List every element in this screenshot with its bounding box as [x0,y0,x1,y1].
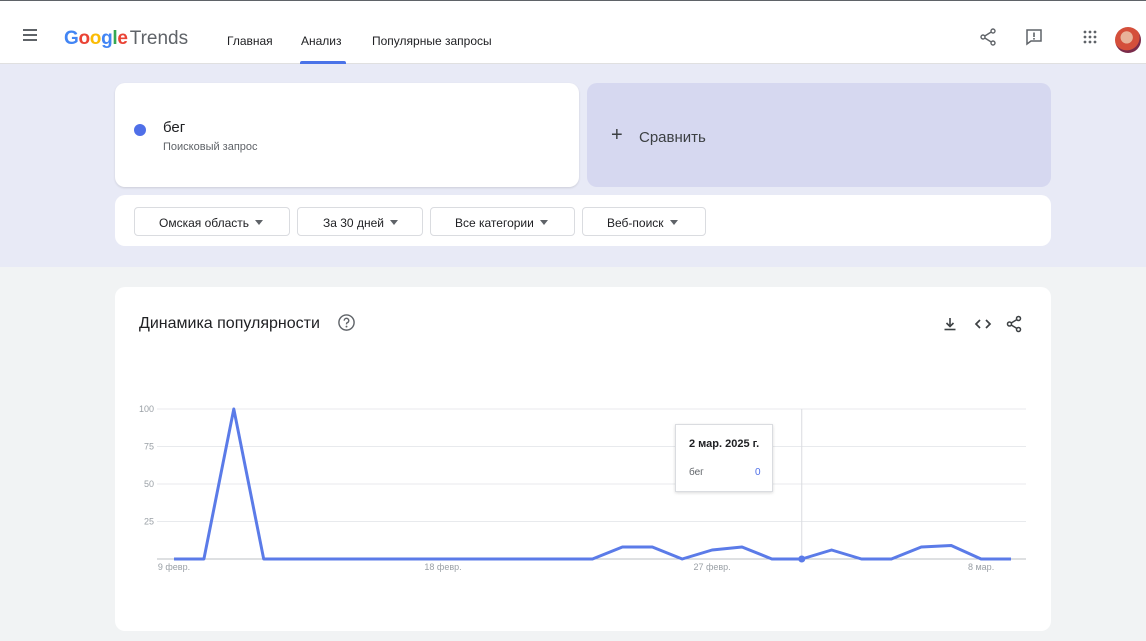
share-icon[interactable] [1005,315,1023,333]
search-term[interactable]: бег [163,119,185,136]
filters-bar: Омская область За 30 дней Все категории … [115,195,1051,246]
search-term-card[interactable]: бег Поисковый запрос [115,83,579,187]
top-app-bar: Google Trends Главная Анализ Популярные з… [0,0,1146,64]
interest-over-time-card: 100 75 50 25 9 февр. 18 февр. 27 февр. 8 мар. Д… [115,287,1051,631]
x-tick-label: 8 мар. [968,562,994,572]
account-avatar[interactable] [1115,27,1141,53]
add-icon: + [611,124,623,146]
term-color-dot [134,124,146,136]
feedback-icon[interactable] [1024,27,1044,47]
period-filter-label: За 30 дней [323,216,384,230]
chart-title: Динамика популярности [139,315,320,332]
compare-label: Сравнить [639,129,706,146]
embed-code-icon[interactable] [974,315,992,333]
hover-point [798,555,806,563]
y-tick-label: 50 [144,479,154,489]
share-icon[interactable] [978,27,998,47]
y-tick-label: 100 [139,404,154,414]
tooltip-term: бег [689,467,704,478]
tooltip-date: 2 мар. 2025 г. [689,438,760,450]
tooltip-value: 0 [755,467,761,478]
chevron-down-icon [539,220,548,226]
y-tick-label: 75 [144,442,154,452]
tab-trending[interactable]: Популярные запросы [372,34,492,48]
category-filter[interactable]: Все категории [430,207,575,236]
chevron-down-icon [255,220,264,226]
x-tick-label: 18 февр. [424,562,461,572]
period-filter[interactable]: За 30 дней [297,207,423,236]
chevron-down-icon [669,220,678,226]
interest-over-time-chart[interactable]: 100 75 50 25 9 февр. 18 февр. 27 февр. 8 мар. [115,287,1051,631]
help-icon[interactable] [337,313,356,332]
chart-tooltip: 2 мар. 2025 г. бег 0 [675,424,773,492]
download-icon[interactable] [941,315,959,333]
category-filter-label: Все категории [455,216,534,230]
google-trends-logo[interactable]: Google Trends [64,28,188,50]
x-tick-label: 27 февр. [693,562,730,572]
search-type-filter-label: Веб-поиск [607,216,664,230]
compare-button[interactable]: + Сравнить [587,83,1051,187]
menu-icon[interactable] [23,29,39,41]
region-filter-label: Омская область [159,216,250,230]
apps-grid-icon[interactable] [1080,27,1100,47]
search-type-filter[interactable]: Веб-поиск [582,207,706,236]
x-tick-label: 9 февр. [158,562,190,572]
y-tick-label: 25 [144,517,154,527]
tab-home[interactable]: Главная [227,34,273,48]
tab-explore[interactable]: Анализ [301,34,342,48]
search-term-type: Поисковый запрос [163,141,258,153]
region-filter[interactable]: Омская область [134,207,290,236]
chevron-down-icon [389,220,398,226]
